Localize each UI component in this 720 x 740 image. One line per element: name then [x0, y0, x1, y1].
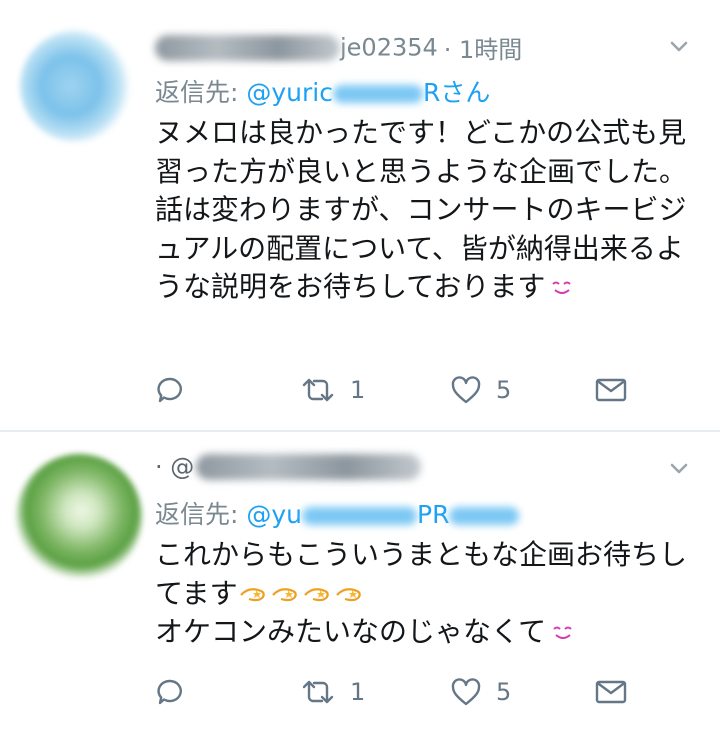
tweet-actions: 1 5 — [155, 672, 700, 712]
smile-emoji — [553, 626, 572, 639]
dm-button[interactable] — [595, 377, 627, 403]
retweet-count: 1 — [350, 678, 366, 706]
tweet-paragraph: ヌメロは良かったです！どこかの公式も見習った方が良いと思うような企画でした。 — [155, 116, 688, 188]
like-count: 5 — [496, 678, 512, 706]
chevron-down-icon[interactable] — [670, 40, 688, 54]
tweet-body: je02354 · 1時間 返信先: @yuric Rさん ヌメロは良かったです！ど… — [155, 30, 700, 307]
avatar[interactable] — [16, 454, 142, 580]
dizzy-emoji — [303, 587, 329, 601]
tweet-2[interactable]: · @ 返信先: @yu PR これからもこういうまともな企画お待ちしてます オケ… — [0, 432, 720, 740]
blurred-handle-tail — [449, 507, 520, 525]
tweet-body: · @ 返信先: @yu PR これからもこういうまともな企画お待ちしてます オケ… — [155, 452, 700, 652]
dizzy-emoji-group — [238, 577, 366, 610]
reply-label: 返信先: — [155, 500, 247, 529]
reply-context: 返信先: @yu PR — [155, 496, 700, 534]
retweet-button[interactable]: 1 — [300, 677, 365, 707]
blurred-author-name[interactable] — [196, 454, 422, 480]
dizzy-emoji — [335, 587, 361, 601]
tweet-1[interactable]: je02354 · 1時間 返信先: @yuric Rさん ヌメロは良かったです！ど… — [0, 0, 720, 430]
dizzy-emoji — [271, 587, 297, 601]
dm-icon — [595, 680, 627, 704]
dm-button[interactable] — [595, 679, 627, 705]
author-handle[interactable]: je02354 — [340, 34, 438, 62]
dizzy-emoji — [239, 587, 265, 601]
tweet-paragraph: オケコンみたいなのじゃなくて — [155, 613, 700, 652]
retweet-icon — [302, 378, 334, 402]
tweet-actions: 1 5 — [155, 370, 700, 410]
avatar[interactable] — [20, 30, 132, 142]
tweet-text: これからもこういうまともな企画お待ちしてます オケコンみたいなのじゃなくて — [155, 536, 700, 652]
tweet-text: ヌメロは良かったです！どこかの公式も見習った方が良いと思うような企画でした。 話… — [155, 114, 700, 307]
reply-handle-start[interactable]: @yu — [246, 500, 302, 529]
retweet-icon — [302, 680, 334, 704]
tweet-line: オケコンみたいなのじゃなくて — [155, 615, 547, 648]
chevron-down-icon[interactable] — [670, 462, 688, 476]
retweet-button[interactable]: 1 — [300, 375, 365, 405]
tweet-line: 話は変わりますが、コンサートのキービジュアルの配置について、皆が納得出来るような… — [155, 193, 687, 303]
reply-handle-start[interactable]: @yuric — [246, 78, 333, 107]
reply-label: 返信先: — [155, 78, 247, 107]
reply-icon — [157, 679, 182, 705]
tweet-line: これからもこういうまともな企画お待ちしてます — [155, 538, 688, 610]
like-icon — [451, 376, 481, 404]
reply-handle-end[interactable]: Rさん — [423, 78, 490, 107]
reply-handle-end[interactable]: PR — [417, 500, 449, 529]
tweet-paragraph: 話は変わりますが、コンサートのキービジュアルの配置について、皆が納得出来るような… — [155, 191, 700, 307]
blurred-author-name[interactable] — [155, 34, 340, 61]
tweet-header: · @ — [155, 452, 700, 496]
tweet-header: je02354 · 1時間 — [155, 30, 700, 74]
tweet-paragraph: これからもこういうまともな企画お待ちしてます — [155, 536, 700, 613]
like-count: 5 — [496, 376, 512, 404]
reply-button[interactable] — [155, 677, 185, 707]
dm-icon — [595, 378, 627, 402]
like-button[interactable]: 5 — [450, 375, 511, 405]
like-icon — [451, 678, 481, 706]
retweet-count: 1 — [350, 376, 366, 404]
reply-button[interactable] — [155, 375, 185, 405]
reply-icon — [157, 377, 182, 403]
timestamp[interactable]: · 1時間 — [444, 36, 523, 64]
like-button[interactable]: 5 — [450, 677, 511, 707]
blurred-handle — [302, 507, 418, 525]
blurred-handle — [332, 85, 423, 103]
smile-emoji — [552, 281, 572, 294]
reply-context: 返信先: @yuric Rさん — [155, 74, 700, 112]
author-handle-prefix[interactable]: · @ — [155, 453, 194, 481]
